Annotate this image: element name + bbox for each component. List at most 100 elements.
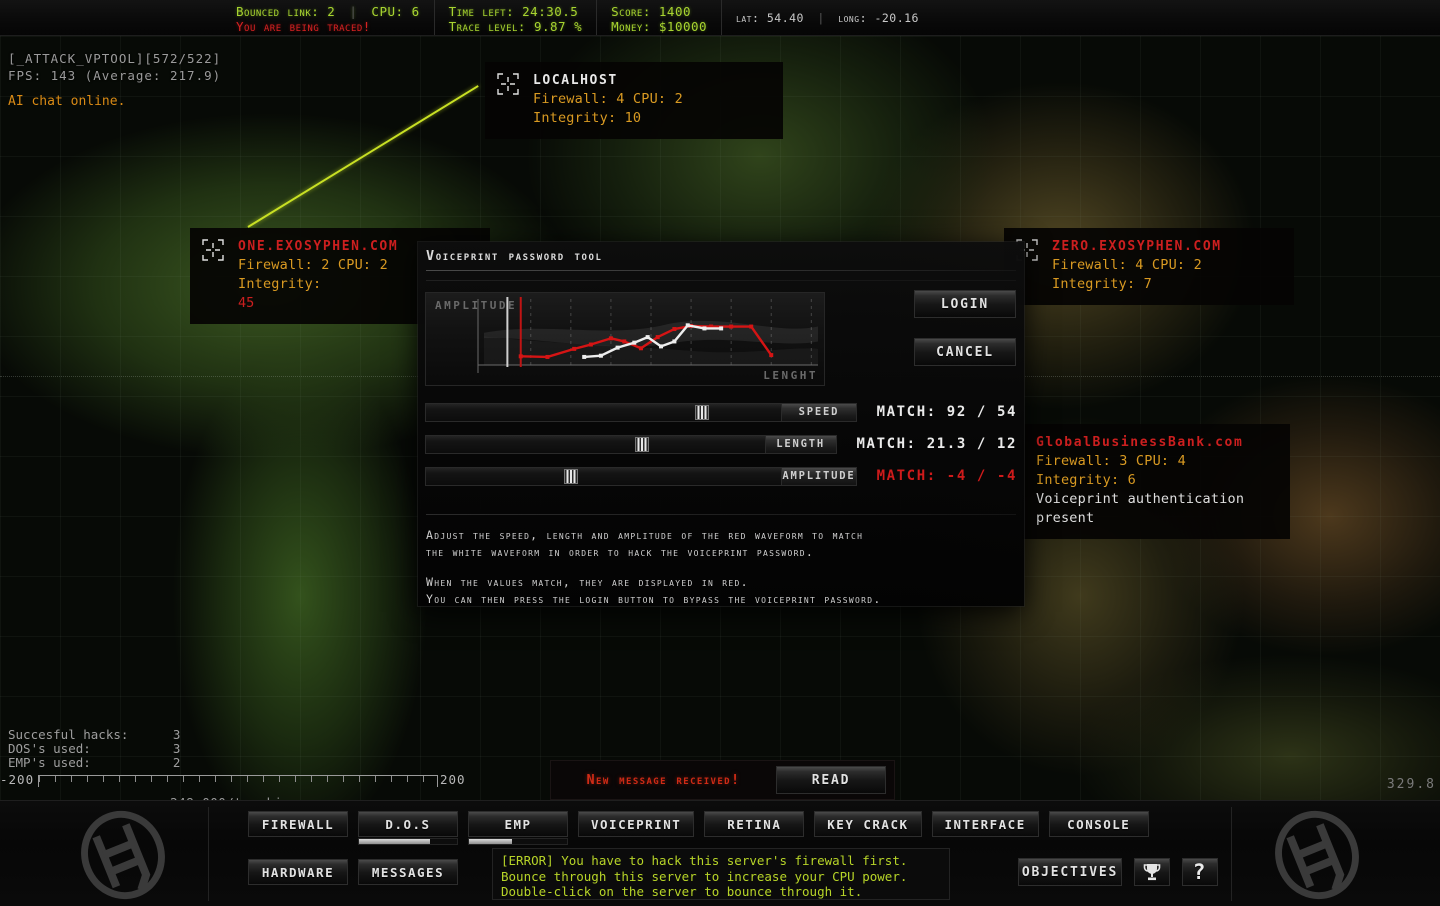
amplitude-slider-knob[interactable] xyxy=(564,468,579,484)
amplitude-slider[interactable] xyxy=(425,466,783,486)
dialog-help-text: Adjust the speed, length and amplitude o… xyxy=(426,527,1016,608)
bounced-link-value: 2 xyxy=(327,3,336,19)
question-mark-icon: ? xyxy=(1192,859,1208,884)
tool-button-face[interactable]: VOICEPRINT xyxy=(578,811,695,837)
tool-button-label: INTERFACE xyxy=(944,816,1026,832)
tool-button-face[interactable]: INTERFACE xyxy=(931,811,1039,837)
money-row: Money: $10000 xyxy=(611,19,707,34)
cancel-button[interactable]: CANCEL xyxy=(914,338,1016,366)
tool-button-retina[interactable]: RETINA xyxy=(704,811,805,837)
tool-button-emp[interactable]: EMP xyxy=(468,811,568,845)
attack-tool-status: [_ATTACK_VPTOOL][572/522] xyxy=(8,51,222,66)
scale-ruler xyxy=(38,775,438,787)
bottom-right-buttons: OBJECTIVES ? xyxy=(1018,858,1218,886)
bounced-link-label: Bounced link: xyxy=(236,3,320,19)
trophy-button[interactable] xyxy=(1134,858,1170,886)
coordinates-row: lat: 54.40 | long: -20.16 xyxy=(736,11,919,26)
scale-min-label: -200 xyxy=(0,772,35,787)
tool-button-label: FIREWALL xyxy=(261,816,335,832)
game-screen: Bounced link: 2 | CPU: 6 You are being t… xyxy=(0,0,1440,906)
tool-button-interface[interactable]: INTERFACE xyxy=(931,811,1039,837)
console-message-box: [ERROR] You have to hack this server's f… xyxy=(492,848,950,900)
tool-button-label: EMP xyxy=(504,816,532,832)
speed-slider[interactable] xyxy=(425,402,783,422)
node-name: GlobalBusinessBank.com xyxy=(1036,435,1244,450)
speed-slider-knob[interactable] xyxy=(695,404,710,420)
dialog-divider-top xyxy=(426,270,1016,271)
length-slider[interactable] xyxy=(425,434,766,454)
crosshair-icon xyxy=(202,239,224,261)
length-slider-row: LENGTH MATCH: 21.3 / 12 xyxy=(425,434,1017,454)
scale-max-label: 200 xyxy=(440,772,466,787)
tool-button-row-secondary: HARDWARE MESSAGES xyxy=(248,859,458,885)
money-value: $10000 xyxy=(658,18,708,34)
help-spacer xyxy=(426,561,1016,574)
node-name: ZERO.EXOSYPHEN.COM xyxy=(1052,239,1222,254)
node-stats: Firewall: 4 CPU: 2 Integrity: 10 xyxy=(533,91,683,126)
top-hud-bar: Bounced link: 2 | CPU: 6 You are being t… xyxy=(0,0,1440,36)
tool-button-key-crack[interactable]: KEY CRACK xyxy=(814,811,922,837)
hud-coordinates-segment: lat: 54.40 | long: -20.16 xyxy=(722,0,933,35)
hud-left-spacer xyxy=(0,0,222,35)
tool-button-label: KEY CRACK xyxy=(827,816,909,832)
node-name: LOCALHOST xyxy=(533,73,618,88)
stat-label: EMP's used: xyxy=(8,755,91,770)
time-left-row: Time left: 24:30.5 xyxy=(449,4,583,19)
hacker-evolution-logo-icon xyxy=(1275,810,1359,900)
cpu-label: CPU: xyxy=(371,3,404,19)
dialog-divider-bottom xyxy=(426,514,1016,515)
tool-button-face[interactable]: D.O.S xyxy=(358,811,458,837)
server-node-globalbusinessbank[interactable]: GlobalBusinessBank.com Firewall: 3 CPU: … xyxy=(1022,424,1290,539)
crosshair-icon xyxy=(497,73,519,95)
tool-button-messages[interactable]: MESSAGES xyxy=(358,859,458,885)
exosyphen-logo-right xyxy=(1222,805,1412,905)
help-line-4: You can then press the login button to b… xyxy=(426,592,882,606)
speed-slider-row: SPEED MATCH: 92 / 54 xyxy=(425,402,1017,422)
node-stats: Firewall: 4 CPU: 2 Integrity: 7 xyxy=(1052,257,1202,292)
server-node-localhost[interactable]: LOCALHOST Firewall: 4 CPU: 2 Integrity: … xyxy=(485,62,783,139)
console-line-1: [ERROR] You have to hack this server's f… xyxy=(501,853,908,868)
tool-button-face[interactable]: EMP xyxy=(468,811,568,837)
tool-button-face[interactable]: FIREWALL xyxy=(248,811,348,837)
hud-time-segment: Time left: 24:30.5 Trace level: 9.87 % xyxy=(435,0,598,35)
length-slider-label: LENGTH xyxy=(765,434,837,454)
hud-bounced-link-row: Bounced link: 2 | CPU: 6 xyxy=(236,4,420,19)
objectives-button[interactable]: OBJECTIVES xyxy=(1018,858,1122,886)
tool-button-face[interactable]: RETINA xyxy=(704,811,805,837)
help-line-1: Adjust the speed, length and amplitude o… xyxy=(426,528,864,542)
tool-button-console[interactable]: CONSOLE xyxy=(1048,811,1149,837)
trace-warning: You are being traced! xyxy=(236,18,371,34)
tool-button-voiceprint[interactable]: VOICEPRINT xyxy=(578,811,695,837)
new-message-bar: New message received! READ xyxy=(550,760,895,800)
help-button[interactable]: ? xyxy=(1182,858,1218,886)
amplitude-slider-row: AMPLITUDE MATCH: -4 / -4 xyxy=(425,466,1017,486)
trophy-icon xyxy=(1143,864,1161,881)
score-value: 1400 xyxy=(658,3,691,19)
hud-score-segment: Score: 1400 Money: $10000 xyxy=(597,0,723,35)
tool-button-label: HARDWARE xyxy=(261,864,335,880)
server-node-zero-exosyphen[interactable]: ZERO.EXOSYPHEN.COM Firewall: 4 CPU: 2 In… xyxy=(1004,228,1294,305)
ai-chat-status: AI chat online. xyxy=(8,94,126,109)
time-left-value: 24:30.5 xyxy=(522,3,579,19)
length-slider-knob[interactable] xyxy=(635,436,650,452)
tool-button-face[interactable]: KEY CRACK xyxy=(814,811,922,837)
long-label: long: xyxy=(838,11,867,25)
lat-value: 54.40 xyxy=(766,11,804,25)
tool-button-d-o-s[interactable]: D.O.S xyxy=(358,811,458,845)
read-message-button[interactable]: READ xyxy=(776,766,886,794)
time-left-label: Time left: xyxy=(448,3,515,19)
hud-connection-segment: Bounced link: 2 | CPU: 6 You are being t… xyxy=(222,0,435,35)
length-match-readout: MATCH: 21.3 / 12 xyxy=(856,436,1017,452)
tool-button-firewall[interactable]: FIREWALL xyxy=(248,811,348,837)
login-button[interactable]: LOGIN xyxy=(914,290,1016,318)
tool-button-hardware[interactable]: HARDWARE xyxy=(248,859,348,885)
dialog-divider-top2 xyxy=(426,280,1016,281)
help-line-2: the white waveform in order to hack the … xyxy=(426,545,815,559)
amplitude-slider-label: AMPLITUDE xyxy=(782,466,857,486)
money-label: Money: xyxy=(611,18,651,34)
score-label: Score: xyxy=(611,3,651,19)
node-stats: Firewall: 3 CPU: 4 Integrity: 6 xyxy=(1036,453,1186,488)
tool-button-face[interactable]: CONSOLE xyxy=(1048,811,1149,837)
stat-value: 2 xyxy=(172,755,181,770)
system-info-overlay: [_ATTACK_VPTOOL][572/522] FPS: 143 (Aver… xyxy=(8,50,221,110)
